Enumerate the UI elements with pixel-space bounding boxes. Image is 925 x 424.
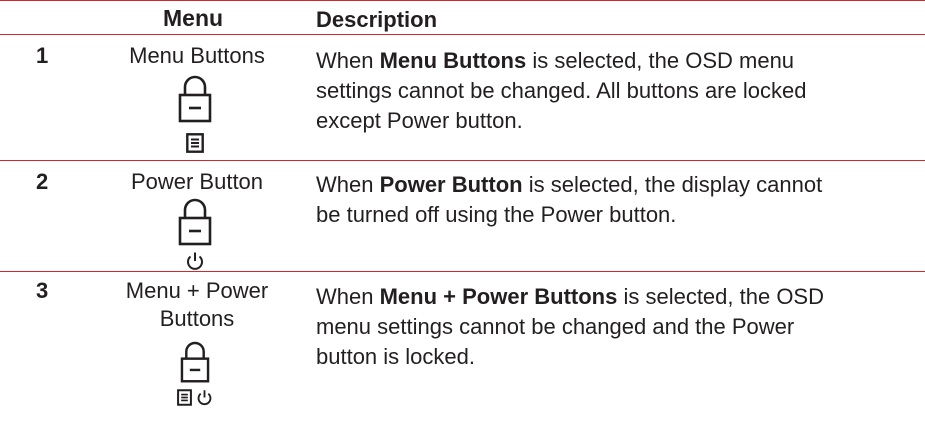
row-description: When Menu + Power Buttons is selected, t…: [316, 284, 824, 369]
header-description: Description: [316, 7, 438, 32]
row-description: When Menu Buttons is selected, the OSD m…: [316, 48, 807, 133]
power-icon: [187, 252, 203, 270]
lock-icon: [178, 75, 212, 123]
menu-label: Power Button: [130, 169, 264, 194]
row-number: 2: [36, 169, 49, 194]
menu-icon: [177, 389, 192, 406]
row-divider: [0, 271, 925, 272]
menu-label: Menu + Power Buttons: [125, 278, 269, 331]
power-icon: [197, 390, 212, 406]
header-menu: Menu: [163, 5, 224, 31]
lock-icon: [180, 341, 210, 383]
row-divider: [0, 160, 925, 161]
row-description: When Power Button is selected, the displ…: [316, 172, 823, 227]
table-top-rule: [0, 0, 925, 1]
row-number: 1: [36, 43, 49, 68]
menu-label: Menu Buttons: [129, 43, 265, 68]
menu-icon: [186, 133, 204, 153]
row-number: 3: [36, 278, 49, 303]
lock-icon: [178, 198, 212, 246]
